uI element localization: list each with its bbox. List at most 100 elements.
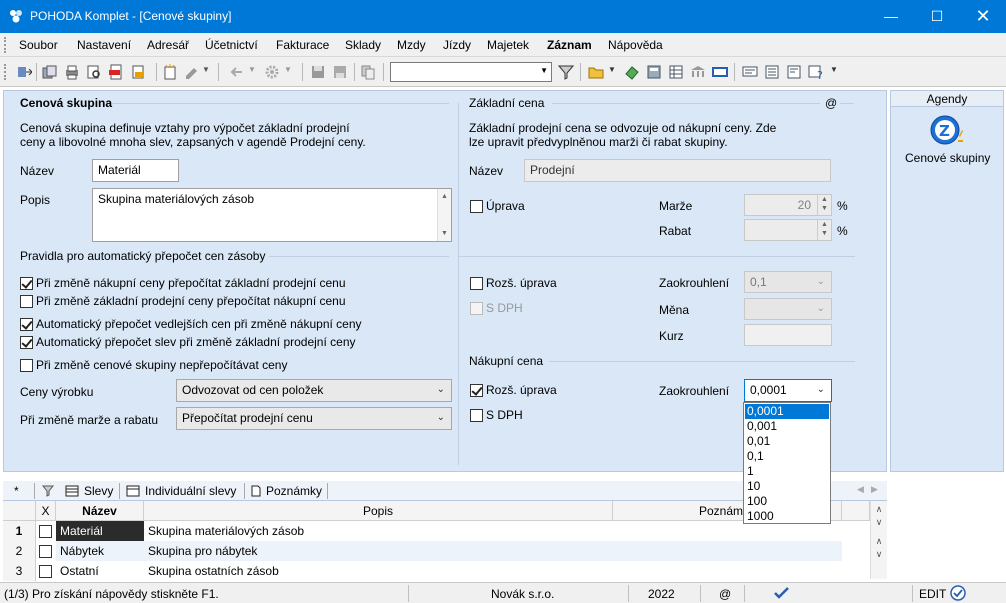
row-select-checkbox[interactable] [39, 545, 52, 558]
row-nazev[interactable]: Ostatní [56, 561, 144, 581]
clipboard-icon[interactable] [360, 64, 376, 80]
menu-zaznam[interactable]: Záznam [547, 38, 592, 52]
rule-checkbox-5[interactable] [20, 359, 33, 372]
minimize-button[interactable]: — [868, 0, 914, 33]
menu-jizdy[interactable]: Jízdy [443, 38, 471, 52]
menu-majetek[interactable]: Majetek [487, 38, 529, 52]
status-mode: EDIT [919, 587, 947, 601]
kurz-field[interactable] [744, 324, 832, 346]
dropdown-option[interactable]: 0,0001 [745, 404, 829, 419]
save-icon[interactable] [310, 64, 326, 80]
mena-select[interactable]: ⌄ [744, 298, 832, 320]
column-header-popis[interactable]: Popis [144, 501, 613, 521]
s-dph-checkbox[interactable] [470, 302, 483, 315]
maximize-button[interactable]: ☐ [914, 0, 960, 33]
dropdown-option[interactable]: 1000 [745, 509, 829, 524]
close-button[interactable]: ✕ [960, 0, 1006, 33]
rabat-spinner[interactable]: ▲ ▼ [744, 219, 832, 241]
tab-slevy[interactable]: Slevy [84, 484, 113, 498]
message-icon[interactable] [742, 64, 758, 80]
nazev-field[interactable]: Materiál [92, 159, 179, 182]
row-nazev[interactable]: Nábytek [56, 541, 144, 561]
group-title-zakladni-cena: Základní cena [469, 96, 545, 110]
row-popis[interactable]: Skupina ostatních zásob [144, 561, 613, 581]
tab-all[interactable]: * [14, 484, 19, 498]
popis-textarea[interactable]: Skupina materiálových zásob ▲ ▼ [92, 188, 452, 242]
table-icon[interactable] [668, 64, 684, 80]
textarea-scrollbar[interactable]: ▲ ▼ [437, 189, 451, 241]
money-icon[interactable] [624, 64, 640, 80]
folder-icon[interactable] [588, 64, 604, 80]
row-select-checkbox[interactable] [39, 565, 52, 578]
tab-scroll-right-icon[interactable]: ▶ [871, 484, 878, 495]
column-header-x[interactable]: X [36, 501, 56, 521]
bank-icon[interactable] [690, 64, 706, 80]
preview-icon[interactable] [86, 64, 102, 80]
dropdown-option[interactable]: 1 [745, 464, 829, 479]
calculator-icon[interactable] [646, 64, 662, 80]
export-icon[interactable] [130, 64, 146, 80]
iban-icon[interactable] [712, 64, 728, 80]
row-select-checkbox[interactable] [39, 525, 52, 538]
menu-nastaveni[interactable]: Nastavení [77, 38, 131, 52]
at-icon[interactable]: @ [825, 96, 837, 110]
list-icon[interactable] [764, 64, 780, 80]
dropdown-option[interactable]: 10 [745, 479, 829, 494]
zaokrouhleni-select[interactable]: 0,1 ⌄ [744, 271, 832, 293]
dropdown-option[interactable]: 100 [745, 494, 829, 509]
zmena-marze-select[interactable]: Přepočítat prodejní cenu ⌄ [176, 407, 452, 430]
edit-record-icon[interactable] [184, 64, 200, 80]
rozs-uprava-checkbox[interactable] [470, 277, 483, 290]
menu-napoveda[interactable]: Nápověda [608, 38, 663, 52]
nakup-rozs-uprava-checkbox[interactable] [470, 384, 483, 397]
nakup-s-dph-checkbox[interactable] [470, 409, 483, 422]
agenda-item-label[interactable]: Cenové skupiny [905, 151, 990, 165]
settings-gear-icon[interactable] [264, 64, 280, 80]
rule-checkbox-1[interactable] [20, 277, 33, 290]
marze-spinner[interactable]: 20 ▲ ▼ [744, 194, 832, 216]
nakup-zaokrouhleni-select[interactable]: 0,0001 ⌄ [744, 379, 832, 402]
filter-icon[interactable] [558, 64, 574, 80]
copy-records-icon[interactable] [42, 64, 58, 80]
chevron-down-icon: ⌄ [816, 303, 825, 314]
new-record-icon[interactable] [162, 64, 178, 80]
rule-checkbox-2[interactable] [20, 295, 33, 308]
dropdown-option[interactable]: 0,01 [745, 434, 829, 449]
menu-soubor[interactable]: Soubor [19, 38, 58, 52]
pdf-icon[interactable] [108, 64, 124, 80]
form-icon[interactable] [786, 64, 802, 80]
rule-checkbox-3[interactable] [20, 318, 33, 331]
back-arrow-icon[interactable] [228, 64, 244, 80]
cenove-skupiny-agenda-icon[interactable]: Z [929, 114, 965, 150]
print-icon[interactable] [64, 64, 80, 80]
agenda-header: Agendy [891, 91, 1003, 107]
rabat-label: Rabat [659, 224, 692, 238]
menu-mzdy[interactable]: Mzdy [397, 38, 426, 52]
navigate-icon[interactable] [16, 64, 32, 80]
dropdown-option[interactable]: 0,001 [745, 419, 829, 434]
chevron-down-icon[interactable]: ▼ [540, 66, 548, 75]
filter-icon[interactable] [42, 485, 54, 497]
rule-checkbox-4[interactable] [20, 336, 33, 349]
app-icon [10, 10, 22, 23]
uprava-checkbox[interactable] [470, 200, 483, 213]
help-icon[interactable]: ? [808, 64, 824, 80]
menu-adresar[interactable]: Adresář [147, 38, 189, 52]
tab-individualni-slevy[interactable]: Individuální slevy [145, 484, 236, 498]
dropdown-option[interactable]: 0,1 [745, 449, 829, 464]
marze-percent: % [837, 199, 848, 213]
quick-search-combo[interactable]: ▼ [390, 62, 552, 82]
menu-sklady[interactable]: Sklady [345, 38, 381, 52]
chevron-down-icon: ⌄ [436, 412, 445, 423]
tab-poznamky[interactable]: Poznámky [266, 484, 322, 498]
ceny-vyrobku-select[interactable]: Odvozovat od cen položek ⌄ [176, 379, 452, 402]
row-nazev[interactable]: Materiál [56, 521, 144, 541]
menu-ucetnictvi[interactable]: Účetnictví [205, 38, 258, 52]
menu-fakturace[interactable]: Fakturace [276, 38, 329, 52]
row-popis[interactable]: Skupina materiálových zásob [144, 521, 613, 541]
row-popis[interactable]: Skupina pro nábytek [144, 541, 842, 561]
table-scrollbar[interactable]: ∧ ∨ ∧ ∨ [870, 501, 887, 579]
save-all-icon[interactable] [332, 64, 348, 80]
column-header-nazev[interactable]: Název [56, 501, 144, 521]
tab-scroll-left-icon[interactable]: ◀ [857, 484, 864, 495]
